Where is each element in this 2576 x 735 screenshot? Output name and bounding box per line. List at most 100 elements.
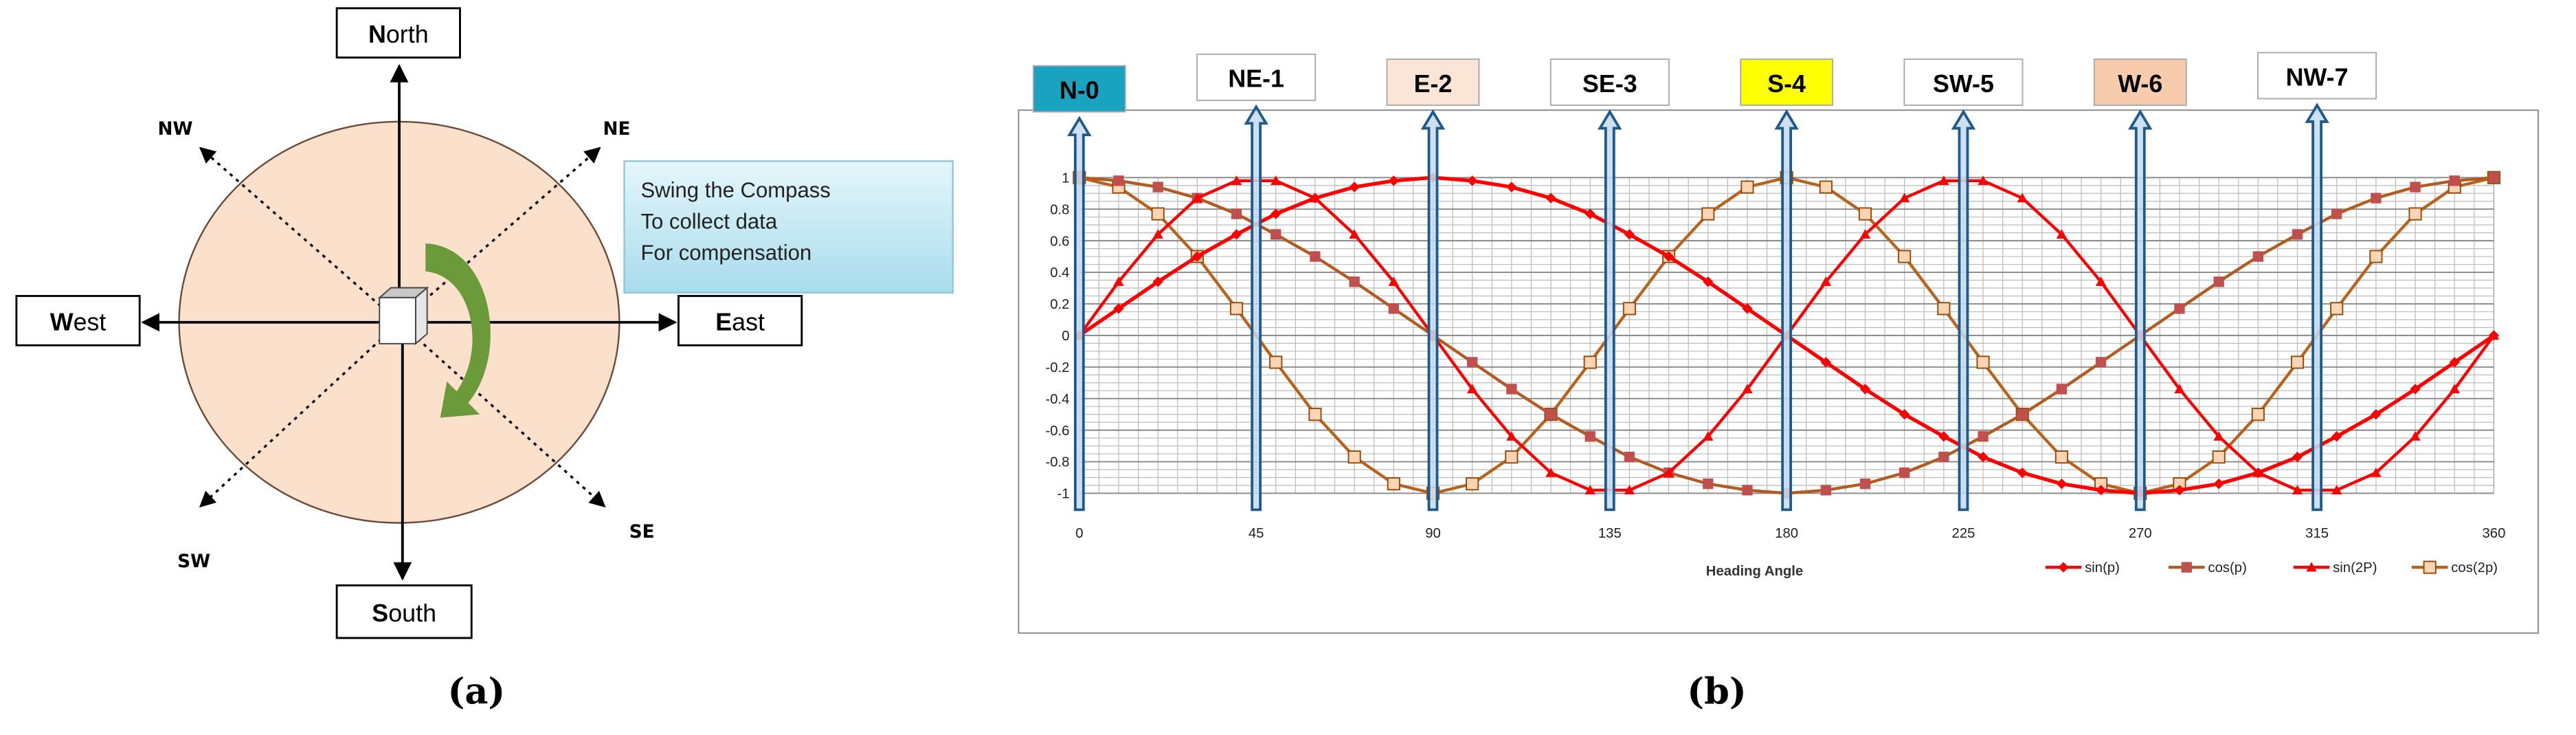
- data-point-cos-2p: [1976, 355, 1990, 369]
- figure: North West East South N W NE SW S E Swing …: [15, 7, 2539, 713]
- y-tick-label: -0.2: [1045, 360, 1069, 375]
- data-point-cos-p: [1506, 384, 1517, 395]
- y-tick-label: 1: [1062, 171, 1069, 186]
- data-point-cos-2p: [2369, 250, 2383, 263]
- data-point-cos-p: [2252, 251, 2264, 262]
- ne-label: NE: [603, 119, 630, 140]
- data-point-cos-p: [1270, 229, 1281, 240]
- east-rest: ast: [732, 309, 765, 336]
- x-tick-label: 0: [1075, 526, 1083, 541]
- heading-label: SE-3: [1582, 70, 1637, 98]
- data-point-cos-p: [1938, 451, 1949, 463]
- north-rest: orth: [386, 21, 429, 48]
- data-point-cos-p: [2488, 172, 2500, 183]
- east-initial: E: [715, 309, 732, 336]
- west-rest: est: [74, 309, 107, 336]
- svg-text:South: South: [372, 600, 436, 627]
- compass-diagram: North West East South N W NE SW S E Swing …: [15, 7, 954, 713]
- legend-label: cos(p): [2208, 560, 2246, 575]
- y-tick-label: 0.6: [1050, 234, 1069, 249]
- data-point-cos-p: [1978, 431, 1989, 442]
- callout-line-3: For compensation: [640, 241, 811, 265]
- data-point-cos-p: [2213, 276, 2224, 287]
- callout-line-2: To collect data: [640, 209, 777, 233]
- x-tick-label: 135: [1598, 526, 1622, 541]
- data-point-cos-2p: [2290, 355, 2305, 369]
- north-label-box: North: [335, 7, 461, 59]
- legend-label: sin(2P): [2333, 560, 2377, 575]
- heading-label: N-0: [1060, 76, 1099, 104]
- y-tick-label: -0.4: [1045, 392, 1069, 407]
- data-point-cos-p: [1820, 485, 1831, 496]
- compass-cube-icon: [377, 286, 429, 345]
- legend-marker: [2181, 562, 2192, 573]
- west-label-box: West: [15, 295, 141, 347]
- data-point-cos-2p: [2330, 302, 2344, 316]
- y-tick-label: 0.2: [1050, 297, 1069, 312]
- legend-marker: [2423, 560, 2437, 574]
- north-initial: N: [368, 21, 386, 48]
- data-point-cos-p: [1152, 182, 1163, 193]
- callout-box: Swing the Compass To collect data For co…: [623, 160, 954, 294]
- data-point-cos-p: [1545, 409, 1556, 420]
- data-point-cos-p: [1742, 485, 1753, 496]
- data-point-cos-p: [2095, 357, 2107, 368]
- y-tick-label: -0.6: [1045, 424, 1069, 439]
- data-point-cos-2p: [1151, 207, 1165, 221]
- x-axis-label: Heading Angle: [1706, 564, 1803, 579]
- data-point-cos-p: [2292, 229, 2303, 240]
- y-tick-label: -1: [1057, 487, 1069, 502]
- svg-text:North: North: [368, 21, 429, 48]
- x-tick-label: 315: [2305, 526, 2329, 541]
- data-point-cos-2p: [1740, 180, 1754, 194]
- data-point-cos-2p: [1583, 355, 1597, 369]
- south-initial: S: [372, 600, 388, 627]
- callout-line-1: Swing the Compass: [640, 178, 830, 202]
- svg-text:East: East: [715, 309, 765, 336]
- east-label-box: East: [677, 295, 803, 347]
- data-point-cos-p: [1310, 251, 1321, 262]
- x-tick-label: 270: [2129, 526, 2152, 541]
- data-point-cos-p: [2056, 384, 2068, 395]
- data-point-cos-p: [1899, 467, 1910, 479]
- y-tick-label: -0.8: [1045, 455, 1069, 470]
- x-tick-label: 45: [1248, 526, 1264, 541]
- data-point-cos-2p: [1347, 450, 1361, 464]
- heading-label: S-4: [1767, 70, 1806, 98]
- south-label-box: South: [335, 584, 473, 639]
- data-point-cos-2p: [1230, 302, 1244, 316]
- west-initial: W: [50, 309, 74, 336]
- heading-label: NW-7: [2286, 63, 2349, 91]
- data-point-cos-2p: [2251, 408, 2265, 421]
- chart-frame: [1018, 109, 2539, 634]
- data-point-cos-2p: [1466, 477, 1479, 491]
- data-point-cos-p: [1859, 479, 1871, 490]
- data-point-cos-p: [1624, 451, 1635, 463]
- data-point-cos-2p: [1269, 355, 1283, 369]
- data-point-cos-2p: [2408, 207, 2422, 221]
- data-point-cos-p: [1349, 276, 1360, 287]
- data-point-cos-2p: [1387, 477, 1400, 491]
- data-point-cos-p: [1113, 175, 1124, 186]
- heading-label: W-6: [2118, 70, 2162, 98]
- data-point-cos-2p: [1898, 250, 1912, 263]
- y-tick-label: 0: [1062, 329, 1069, 344]
- data-point-cos-p: [1584, 431, 1595, 442]
- data-point-cos-p: [2331, 208, 2342, 219]
- x-tick-label: 180: [1775, 526, 1798, 541]
- data-point-cos-p: [2174, 303, 2185, 314]
- caption-b: (b): [1687, 671, 1747, 713]
- legend-label: cos(2p): [2451, 560, 2498, 575]
- south-rest: outh: [388, 600, 436, 627]
- data-point-cos-2p: [1622, 302, 1636, 316]
- data-point-cos-2p: [1819, 180, 1833, 194]
- data-point-cos-p: [1231, 208, 1242, 219]
- legend-item: cos(2p): [2411, 560, 2498, 575]
- data-point-cos-2p: [1505, 450, 1519, 464]
- data-point-cos-p: [1467, 357, 1478, 368]
- data-point-cos-p: [2410, 182, 2421, 193]
- svg-text:West: West: [50, 309, 107, 336]
- sw-label: SW: [177, 551, 210, 572]
- data-point-cos-p: [2449, 175, 2460, 186]
- caption-a: (a): [447, 671, 505, 713]
